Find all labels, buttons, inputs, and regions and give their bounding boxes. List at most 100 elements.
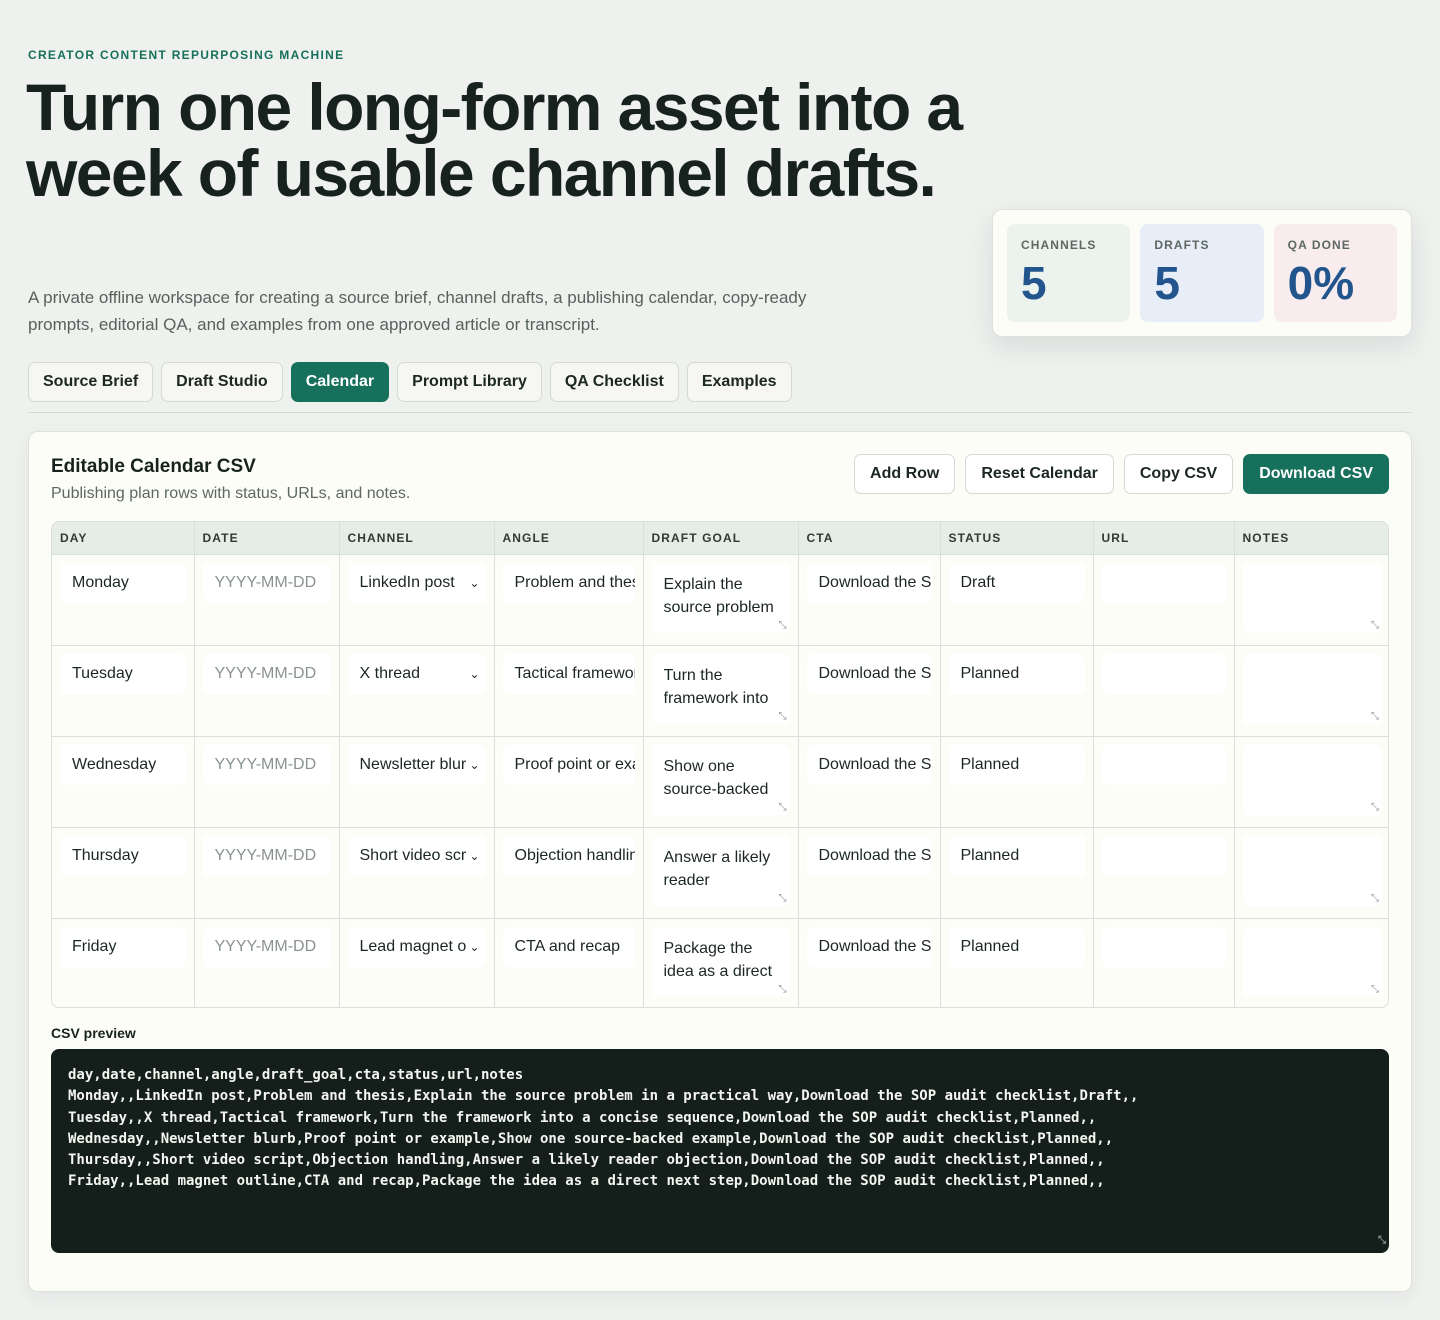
notes-text bbox=[1255, 573, 1371, 623]
date-input[interactable]: YYYY-MM-DD bbox=[202, 835, 331, 876]
download-csv-button[interactable]: Download CSV bbox=[1243, 454, 1389, 494]
notes-textarea[interactable]: ⤡ bbox=[1242, 926, 1382, 997]
page-subtitle: A private offline workspace for creating… bbox=[28, 288, 807, 334]
angle-input[interactable]: Problem and thesis bbox=[502, 562, 635, 603]
stats-card: CHANNELS 5 DRAFTS 5 QA DONE 0% bbox=[992, 209, 1412, 337]
url-input[interactable] bbox=[1101, 835, 1226, 876]
stat-channels: CHANNELS 5 bbox=[1007, 224, 1131, 322]
cta-input[interactable]: Download the SOP audit checklist bbox=[806, 926, 932, 967]
day-input[interactable]: Wednesday bbox=[60, 744, 186, 785]
draft-goal-text: Package the idea as a direct next step bbox=[663, 939, 773, 987]
reset-calendar-button[interactable]: Reset Calendar bbox=[965, 454, 1114, 494]
draft-goal-textarea[interactable]: Explain the source problem in a practica… bbox=[651, 562, 790, 633]
status-input[interactable]: Planned bbox=[948, 835, 1085, 876]
tab-prompt-library[interactable]: Prompt Library bbox=[397, 362, 542, 402]
chevron-down-icon: ⌄ bbox=[469, 757, 480, 772]
cta-input[interactable]: Download the SOP audit checklist bbox=[806, 653, 932, 694]
column-header: DATE bbox=[194, 522, 340, 555]
resize-grip-icon[interactable]: ⤡ bbox=[1378, 1230, 1386, 1251]
copy-csv-button[interactable]: Copy CSV bbox=[1123, 454, 1234, 494]
notes-textarea[interactable]: ⤡ bbox=[1242, 835, 1382, 906]
column-header: DAY bbox=[52, 522, 195, 555]
notes-textarea[interactable]: ⤡ bbox=[1242, 653, 1382, 724]
draft-goal-text: Turn the framework into a concise sequen… bbox=[663, 666, 769, 714]
resize-grip-icon[interactable]: ⤡ bbox=[779, 620, 787, 631]
draft-goal-text: Explain the source problem in a practica… bbox=[663, 575, 774, 623]
panel-title: Editable Calendar CSV bbox=[51, 456, 256, 477]
column-header: STATUS bbox=[940, 522, 1094, 555]
stat-drafts: DRAFTS 5 bbox=[1140, 224, 1264, 322]
day-input[interactable]: Thursday bbox=[60, 835, 186, 876]
day-input[interactable]: Monday bbox=[60, 562, 186, 603]
status-input[interactable]: Planned bbox=[948, 653, 1085, 694]
cta-input[interactable]: Download the SOP audit checklist bbox=[806, 562, 932, 603]
stat-label: DRAFTS bbox=[1154, 238, 1210, 252]
chevron-down-icon: ⌄ bbox=[469, 666, 480, 681]
angle-input[interactable]: Tactical framework bbox=[502, 653, 635, 694]
url-input[interactable] bbox=[1101, 562, 1226, 603]
channel-select-value: Lead magnet outline bbox=[359, 937, 468, 955]
channel-select[interactable]: Short video script⌄ bbox=[347, 835, 486, 876]
stat-value: 5 bbox=[1154, 257, 1180, 309]
tab-calendar[interactable]: Calendar bbox=[290, 362, 390, 402]
draft-goal-text: Answer a likely reader objection bbox=[663, 848, 771, 896]
date-input[interactable]: YYYY-MM-DD bbox=[202, 562, 331, 603]
chevron-down-icon: ⌄ bbox=[469, 939, 480, 954]
cta-input[interactable]: Download the SOP audit checklist bbox=[806, 744, 932, 785]
notes-textarea[interactable]: ⤡ bbox=[1242, 744, 1382, 815]
date-input[interactable]: YYYY-MM-DD bbox=[202, 744, 331, 785]
eyebrow-label: CREATOR CONTENT REPURPOSING MACHINE bbox=[28, 48, 345, 62]
resize-grip-icon[interactable]: ⤡ bbox=[1371, 620, 1379, 631]
url-input[interactable] bbox=[1101, 926, 1226, 967]
table-row: Monday YYYY-MM-DD LinkedIn post ⌄ Problem… bbox=[52, 554, 1388, 646]
resize-grip-icon[interactable]: ⤡ bbox=[779, 893, 787, 904]
url-input[interactable] bbox=[1101, 744, 1226, 785]
resize-grip-icon[interactable]: ⤡ bbox=[1371, 802, 1379, 813]
channel-select[interactable]: Newsletter blurb ⌄ bbox=[347, 744, 486, 785]
resize-grip-icon[interactable]: ⤡ bbox=[1371, 711, 1379, 722]
angle-input[interactable]: Proof point or example bbox=[502, 744, 635, 785]
tab-draft-studio[interactable]: Draft Studio bbox=[161, 362, 283, 402]
notes-text bbox=[1255, 846, 1371, 896]
angle-input[interactable]: Objection handling bbox=[502, 835, 635, 876]
table-header-row: DAY DATE CHANNEL ANGLE DRAFT GOAL CTA ST… bbox=[52, 522, 1388, 555]
notes-text bbox=[1255, 755, 1371, 805]
csv-preview-text: day,date,channel,angle,draft_goal,cta,st… bbox=[68, 1067, 1139, 1190]
channel-select-value: X thread bbox=[359, 664, 420, 682]
status-input[interactable]: Draft bbox=[948, 562, 1085, 603]
tab-examples[interactable]: Examples bbox=[686, 362, 792, 402]
date-input[interactable]: YYYY-MM-DD bbox=[202, 653, 331, 694]
status-input[interactable]: Planned bbox=[948, 926, 1085, 967]
table-row: Wednesday YYYY-MM-DD Newsletter blurb ⌄ P… bbox=[52, 736, 1388, 828]
column-header: URL bbox=[1093, 522, 1235, 555]
notes-textarea[interactable]: ⤡ bbox=[1242, 562, 1382, 633]
draft-goal-textarea[interactable]: Show one source-backed example ⤡ bbox=[651, 744, 790, 815]
resize-grip-icon[interactable]: ⤡ bbox=[1371, 984, 1379, 995]
channel-select[interactable]: X thread ⌄ bbox=[347, 653, 486, 694]
tab-source-brief[interactable]: Source Brief bbox=[28, 362, 154, 402]
day-input[interactable]: Tuesday bbox=[60, 653, 186, 694]
day-input[interactable]: Friday bbox=[60, 926, 186, 967]
chevron-down-icon: ⌄ bbox=[469, 575, 480, 590]
url-input[interactable] bbox=[1101, 653, 1226, 694]
resize-grip-icon[interactable]: ⤡ bbox=[779, 984, 787, 995]
draft-goal-textarea[interactable]: Turn the framework into a concise sequen… bbox=[651, 653, 790, 724]
draft-goal-textarea[interactable]: Package the idea as a direct next step ⤡ bbox=[651, 926, 790, 997]
channel-select[interactable]: Lead magnet outline⌄ bbox=[347, 926, 486, 967]
stat-label: QA DONE bbox=[1287, 238, 1351, 252]
date-input[interactable]: YYYY-MM-DD bbox=[202, 926, 331, 967]
tab-bar: Source Brief Draft Studio Calendar Promp… bbox=[28, 362, 792, 402]
csv-preview-textarea[interactable]: day,date,channel,angle,draft_goal,cta,st… bbox=[51, 1049, 1389, 1253]
resize-grip-icon[interactable]: ⤡ bbox=[1371, 893, 1379, 904]
angle-input[interactable]: CTA and recap bbox=[502, 926, 635, 967]
stat-value: 5 bbox=[1021, 257, 1047, 309]
tab-qa-checklist[interactable]: QA Checklist bbox=[549, 362, 679, 402]
status-input[interactable]: Planned bbox=[948, 744, 1085, 785]
cta-input[interactable]: Download the SOP audit checklist bbox=[806, 835, 932, 876]
add-row-button[interactable]: Add Row bbox=[854, 454, 956, 494]
resize-grip-icon[interactable]: ⤡ bbox=[779, 802, 787, 813]
table-row: Thursday YYYY-MM-DD Short video script⌄ … bbox=[52, 827, 1388, 919]
channel-select[interactable]: LinkedIn post ⌄ bbox=[347, 562, 486, 603]
resize-grip-icon[interactable]: ⤡ bbox=[779, 711, 787, 722]
draft-goal-textarea[interactable]: Answer a likely reader objection ⤡ bbox=[651, 835, 790, 906]
